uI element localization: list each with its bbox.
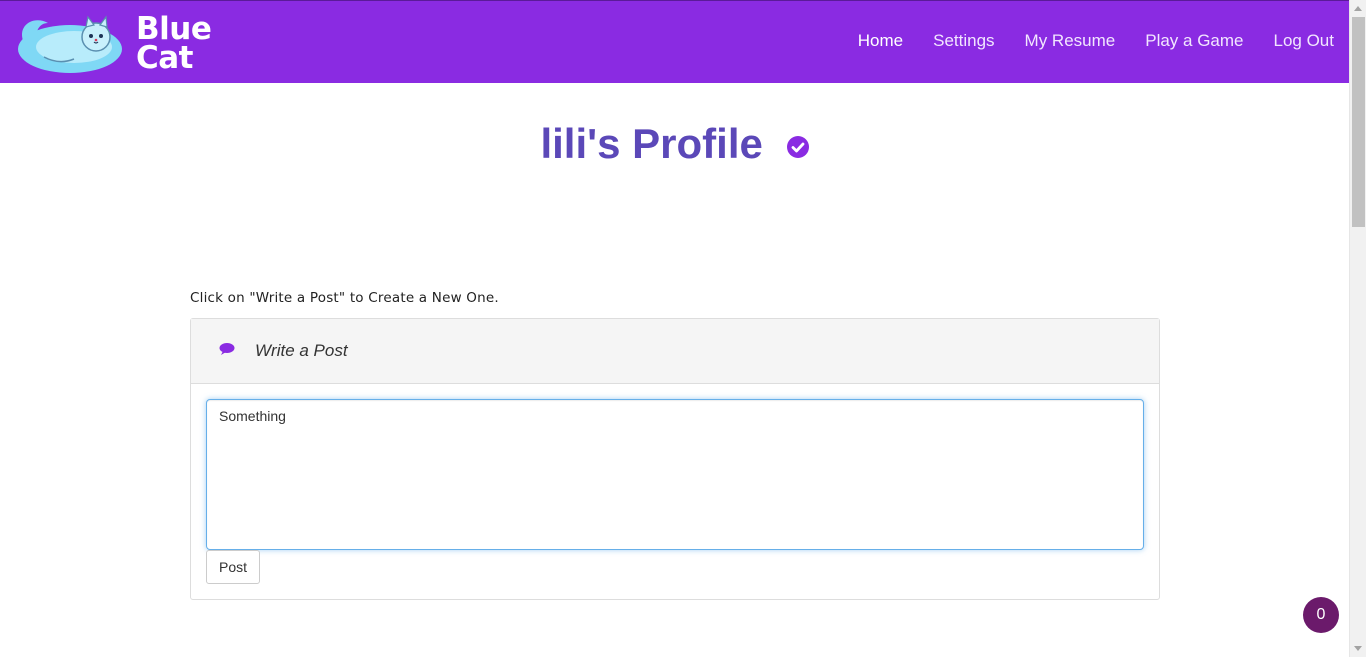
check-circle-icon <box>786 120 809 168</box>
comment-icon <box>219 342 235 361</box>
write-post-heading: Write a Post <box>255 341 348 360</box>
nav-link-home[interactable]: Home <box>858 31 903 51</box>
brand-logo[interactable]: Blue Cat <box>14 13 212 76</box>
scrollbar-thumb[interactable] <box>1352 17 1365 227</box>
write-post-panel: Write a Post Something Post <box>190 318 1160 600</box>
brand-name-line-2: Cat <box>136 40 194 76</box>
write-post-toggle[interactable]: Write a Post <box>191 319 1159 384</box>
nav-link-log-out[interactable]: Log Out <box>1274 31 1335 51</box>
nav-link-my-resume[interactable]: My Resume <box>1025 31 1116 51</box>
brand-name: Blue Cat <box>136 14 212 76</box>
nav-link-play-a-game[interactable]: Play a Game <box>1145 31 1243 51</box>
vertical-scrollbar[interactable] <box>1349 0 1366 657</box>
nav-link-settings[interactable]: Settings <box>933 31 994 51</box>
blue-cat-logo-icon <box>18 15 122 73</box>
notification-count-badge[interactable]: 0 <box>1303 597 1339 633</box>
scroll-down-arrow-icon[interactable] <box>1354 646 1362 651</box>
profile-title-text: lili's Profile <box>540 120 763 167</box>
nav-menu: Home Settings My Resume Play a Game Log … <box>828 1 1334 81</box>
post-text-input[interactable]: Something <box>206 399 1144 550</box>
top-navbar: Blue Cat Home Settings My Resume Play a … <box>0 0 1349 83</box>
page-title: lili's Profile <box>0 120 1349 168</box>
scroll-up-arrow-icon[interactable] <box>1354 6 1362 11</box>
write-post-hint: Click on "Write a Post" to Create a New … <box>190 290 499 306</box>
post-button[interactable]: Post <box>206 550 260 584</box>
